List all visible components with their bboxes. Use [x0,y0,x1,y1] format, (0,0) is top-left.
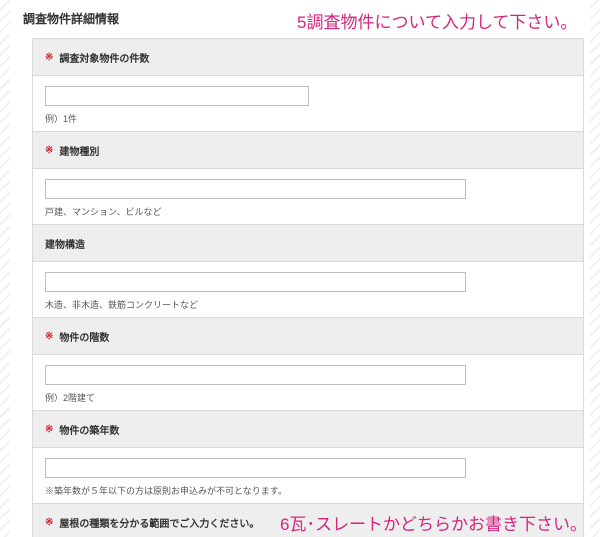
annotation-bottom: 6瓦･スレートかどちらかお書き下さい。 [280,515,587,534]
page: 調査物件詳細情報 5調査物件について入力して下さい。 ※ 調査対象物件の件数 例… [10,0,590,537]
field-hint: 例）1件 [45,114,78,124]
field-label: 屋根の種類を分かる範囲でご入力ください。 [59,518,260,530]
required-mark: ※ [45,330,54,342]
field-label: 物件の階数 [59,332,110,344]
field-label: 物件の築年数 [59,425,120,437]
field-building-age: ※ 物件の築年数 ※築年数が５年以下の方は原則お申込みが不可となります。 [33,411,583,504]
required-mark: ※ [45,51,54,63]
annotation-top: 5調査物件について入力して下さい。 [297,13,578,32]
required-mark: ※ [45,423,54,435]
required-mark: ※ [45,516,54,528]
field-hint: 例）2階建て [45,393,96,403]
field-hint: 戸建、マンション、ビルなど [45,207,162,217]
floor-count-input[interactable] [45,365,466,385]
property-details-form: ※ 調査対象物件の件数 例）1件 ※ 建物種別 戸建、マンション、ビルなど 建物… [32,38,584,537]
field-label: 調査対象物件の件数 [59,53,150,65]
required-mark: ※ [45,144,54,156]
field-building-structure: 建物構造 木造、非木造、鉄筋コンクリートなど [33,225,583,318]
section-title: 調査物件詳細情報 [23,12,120,26]
field-hint: 木造、非木造、鉄筋コンクリートなど [45,300,199,310]
field-property-count: ※ 調査対象物件の件数 例）1件 [33,39,583,132]
field-floor-count: ※ 物件の階数 例）2階建て [33,318,583,411]
field-hint: ※築年数が５年以下の方は原則お申込みが不可となります。 [45,486,287,496]
building-age-input[interactable] [45,458,466,478]
field-building-type: ※ 建物種別 戸建、マンション、ビルなど [33,132,583,225]
field-label: 建物構造 [45,239,85,251]
field-label: 建物種別 [59,146,100,158]
building-type-input[interactable] [45,179,466,199]
building-structure-input[interactable] [45,272,466,292]
property-count-input[interactable] [45,86,309,106]
